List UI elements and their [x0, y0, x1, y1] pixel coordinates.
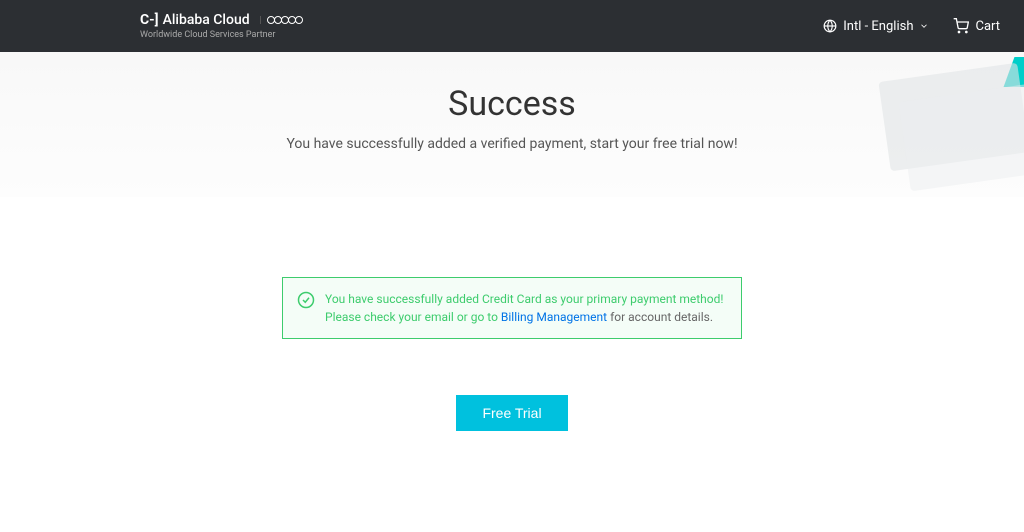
alert-line2-prefix: Please check your email or go to	[325, 310, 501, 324]
free-trial-button[interactable]: Free Trial	[456, 395, 567, 431]
header-right: Intl - English Cart	[823, 18, 1000, 34]
olympic-rings-icon	[260, 16, 303, 24]
cart-icon	[953, 18, 969, 34]
billing-management-link[interactable]: Billing Management	[501, 310, 607, 324]
globe-icon	[823, 19, 837, 33]
main-content: You have successfully added Credit Card …	[0, 197, 1024, 431]
check-circle-icon	[297, 291, 315, 309]
alert-text: You have successfully added Credit Card …	[325, 290, 724, 326]
success-alert: You have successfully added Credit Card …	[282, 277, 742, 339]
alert-line1: You have successfully added Credit Card …	[325, 290, 724, 308]
brand-block: C-] Alibaba Cloud Worldwide Cloud Servic…	[140, 12, 303, 40]
language-label: Intl - English	[843, 19, 913, 34]
logo-bracket-icon: C-]	[140, 12, 159, 28]
alert-line2: Please check your email or go to Billing…	[325, 308, 724, 326]
brand-logo[interactable]: C-] Alibaba Cloud	[140, 12, 250, 28]
cart-label: Cart	[975, 19, 1000, 34]
brand-tagline: Worldwide Cloud Services Partner	[140, 30, 303, 40]
cart-link[interactable]: Cart	[953, 18, 1000, 34]
chevron-down-icon	[919, 21, 929, 31]
hero-section: Success You have successfully added a ve…	[0, 52, 1024, 197]
hero-decoration	[844, 62, 1024, 197]
alert-line2-suffix: for account details.	[607, 310, 713, 324]
language-selector[interactable]: Intl - English	[823, 19, 929, 34]
logo-row: C-] Alibaba Cloud	[140, 12, 303, 28]
brand-name: Alibaba Cloud	[163, 12, 250, 28]
top-header: C-] Alibaba Cloud Worldwide Cloud Servic…	[0, 0, 1024, 52]
